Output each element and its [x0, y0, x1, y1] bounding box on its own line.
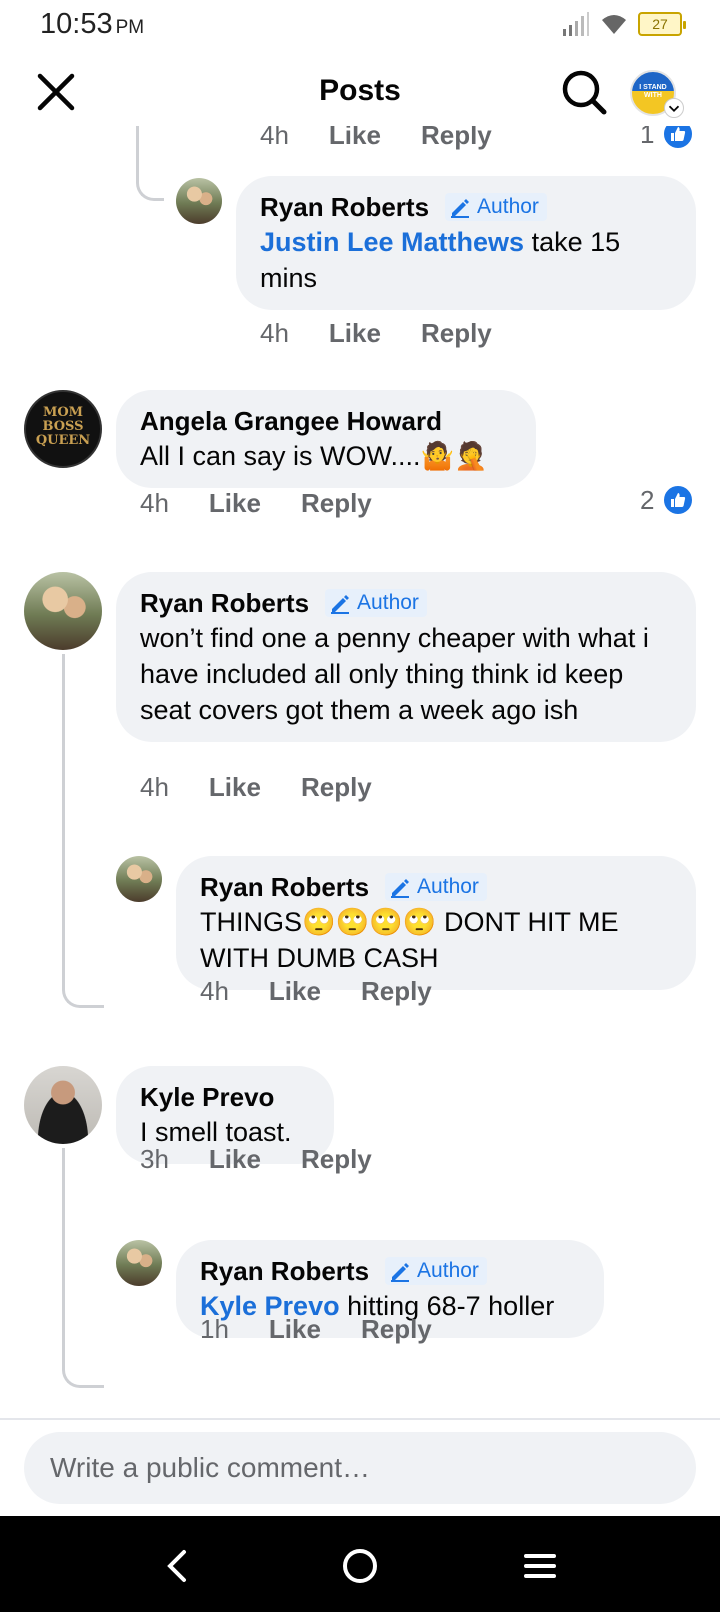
pencil-icon — [391, 879, 410, 898]
reply-button[interactable]: Reply — [421, 318, 492, 349]
comment-author[interactable]: Ryan Roberts — [140, 586, 309, 620]
status-bar: 10:53 PM 27 — [0, 0, 720, 50]
comment-text: THINGS🙄🙄🙄🙄 DONT HIT ME WITH DUMB CASH — [200, 907, 619, 973]
thumbs-up-icon — [662, 484, 695, 516]
comment-bubble[interactable]: Ryan Roberts Author won’t find one a pen… — [116, 572, 696, 742]
comment-author[interactable]: Kyle Prevo — [140, 1080, 274, 1114]
page-title: Posts — [319, 74, 401, 107]
thread-connector — [136, 126, 164, 201]
like-button[interactable]: Like — [329, 318, 381, 349]
author-badge: Author — [385, 1257, 487, 1285]
comment-text: All I can say is WOW....🤷🤦 — [140, 441, 488, 471]
reaction-count[interactable]: 1 — [640, 126, 695, 150]
comment-actions: 4h Like Reply — [260, 318, 492, 349]
avatar[interactable] — [24, 1066, 102, 1144]
comment-input[interactable] — [24, 1432, 696, 1504]
home-icon[interactable] — [338, 1544, 382, 1588]
thumbs-up-icon — [662, 126, 695, 150]
menu-icon[interactable] — [518, 1544, 562, 1588]
thread-connector — [62, 1148, 104, 1388]
comment-actions: 3h Like Reply — [140, 1144, 372, 1175]
avatar[interactable] — [24, 572, 102, 650]
like-button[interactable]: Like — [209, 488, 261, 519]
author-badge: Author — [385, 873, 487, 901]
search-icon[interactable] — [560, 68, 608, 116]
reply-button[interactable]: Reply — [361, 1314, 432, 1345]
reaction-count[interactable]: 2 — [640, 484, 695, 516]
status-icons: 27 — [562, 10, 686, 38]
comment-author[interactable]: Angela Grangee Howard — [140, 404, 442, 438]
reply-button[interactable]: Reply — [301, 772, 372, 803]
chevron-down-icon — [664, 98, 684, 118]
comment-text: won’t find one a penny cheaper with what… — [140, 623, 649, 725]
comment-actions: 1h Like Reply — [200, 1314, 432, 1345]
comment-actions: 4h Like Reply — [260, 126, 492, 151]
system-nav-bar — [0, 1516, 720, 1612]
avatar[interactable] — [116, 1240, 162, 1286]
battery-icon: 27 — [638, 12, 686, 36]
comment-actions: 4h Like Reply — [140, 772, 372, 803]
comment-actions: 4h Like Reply — [140, 488, 372, 519]
comment-bubble[interactable]: Ryan Roberts Author THINGS🙄🙄🙄🙄 DONT HIT … — [176, 856, 696, 990]
signal-icon — [563, 12, 589, 36]
avatar[interactable]: MOM BOSS QUEEN — [24, 390, 102, 468]
like-button[interactable]: Like — [209, 1144, 261, 1175]
back-icon[interactable] — [156, 1544, 200, 1588]
mention-link[interactable]: Justin Lee Matthews — [260, 227, 524, 257]
reply-button[interactable]: Reply — [301, 488, 372, 519]
reply-button[interactable]: Reply — [421, 126, 492, 151]
reply-button[interactable]: Reply — [301, 1144, 372, 1175]
comment-author[interactable]: Ryan Roberts — [200, 870, 369, 904]
like-button[interactable]: Like — [269, 1314, 321, 1345]
avatar[interactable] — [116, 856, 162, 902]
pencil-icon — [331, 595, 350, 614]
author-badge: Author — [445, 193, 547, 221]
clock: 10:53 PM — [40, 8, 145, 40]
comment-bubble[interactable]: Ryan Roberts Author Justin Lee Matthews … — [236, 176, 696, 310]
comment-text: Justin Lee Matthews take 15 mins — [260, 227, 621, 293]
app-header: Posts I STAND WITH — [0, 58, 720, 126]
comments-list[interactable]: 4h Like Reply 1 Ryan Roberts Author Just… — [0, 126, 720, 1418]
author-badge: Author — [325, 589, 427, 617]
comment-composer — [0, 1418, 720, 1516]
like-button[interactable]: Like — [269, 976, 321, 1007]
wifi-icon — [602, 15, 626, 34]
pencil-icon — [451, 199, 470, 218]
comment-actions: 4h Like Reply — [200, 976, 432, 1007]
comment-bubble[interactable]: Angela Grangee Howard All I can say is W… — [116, 390, 536, 488]
thread-connector — [62, 654, 104, 1008]
profile-switcher[interactable]: I STAND WITH — [630, 70, 684, 118]
avatar[interactable] — [176, 178, 222, 224]
reply-button[interactable]: Reply — [361, 976, 432, 1007]
pencil-icon — [391, 1263, 410, 1282]
comment-author[interactable]: Ryan Roberts — [200, 1254, 369, 1288]
comment-author[interactable]: Ryan Roberts — [260, 190, 429, 224]
like-button[interactable]: Like — [209, 772, 261, 803]
like-button[interactable]: Like — [329, 126, 381, 151]
